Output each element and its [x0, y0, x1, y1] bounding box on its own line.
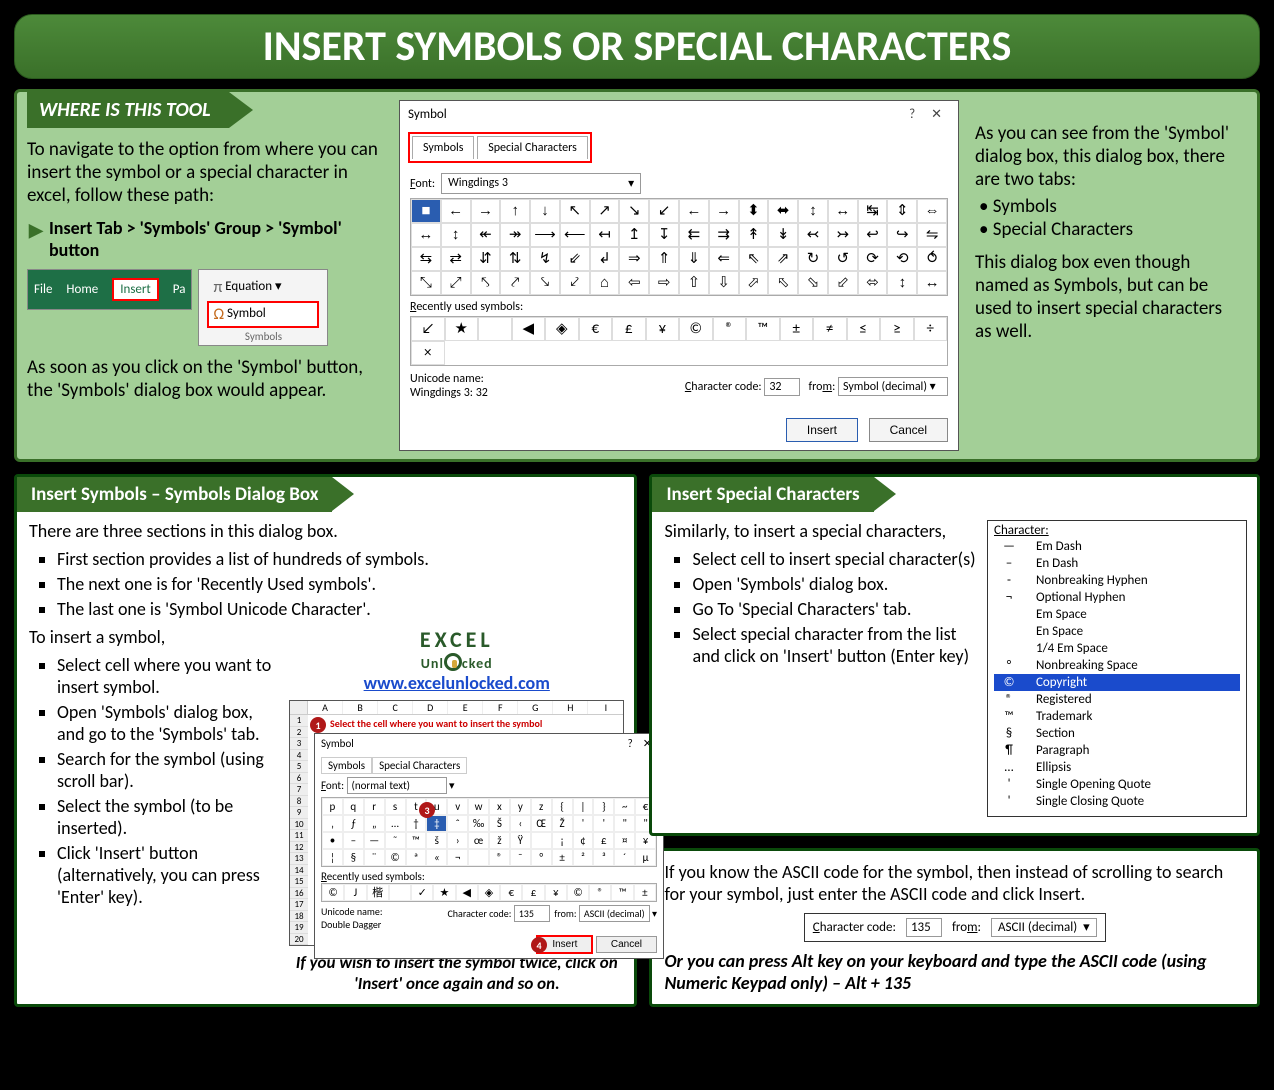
dialog-tabs-highlight: Symbols Special Characters	[408, 132, 592, 163]
badge-4: 4	[531, 937, 547, 953]
from-select[interactable]: Symbol (decimal) ▾	[838, 377, 948, 396]
equation-button[interactable]: π Equation ▾	[207, 274, 319, 301]
bullets-3: Select cell to insert special character(…	[692, 548, 977, 667]
section-heading-where: WHERE IS THIS TOOL	[27, 92, 229, 128]
tab-home[interactable]: Home	[66, 282, 98, 297]
page-title: INSERT SYMBOLS OR SPECIAL CHARACTERS	[14, 14, 1260, 79]
close-icon[interactable]: ✕	[923, 107, 950, 122]
chevron-down-icon: ▾	[628, 176, 634, 191]
dialog-title: Symbol	[408, 107, 447, 122]
ascii-p1: If you know the ASCII code for the symbo…	[664, 861, 1245, 905]
ascii-panel: If you know the ASCII code for the symbo…	[649, 848, 1260, 1007]
logo: EXCEL Unlcked	[289, 626, 624, 672]
red-instruction: Select the cell where you want to insert…	[308, 715, 623, 732]
right-after: This dialog box even though named as Sym…	[975, 251, 1231, 343]
code-input[interactable]: 32	[764, 378, 800, 396]
right-intro: As you can see from the 'Symbol' dialog …	[975, 122, 1231, 191]
where-is-tool-section: WHERE IS THIS TOOL To navigate to the op…	[14, 89, 1260, 462]
character-list[interactable]: Character: —Em Dash–En Dash-Nonbreaking …	[987, 520, 1247, 817]
mini-cancel-button[interactable]: Cancel	[596, 936, 657, 953]
mini-recent: ©Ј楷✓★◀◈€£¥©®™±	[321, 883, 657, 902]
insert-button[interactable]: Insert	[786, 418, 858, 442]
ascii-code-input[interactable]: 135	[906, 918, 942, 937]
group-label: Symbols	[207, 330, 319, 343]
sp-p1: Similarly, to insert a special character…	[664, 520, 977, 542]
p1: There are three sections in this dialog …	[29, 520, 624, 542]
font-label: Font:	[410, 177, 435, 191]
symbol-grid[interactable]: ■←→↑↓↖↗↘↙←→⬍⬌↕↔↹⇕⇔↔↕↞↠⟶⟵↤↥↧⇇⇉↟↡↢↣↩↪⇋⇆⇄⇵⇅…	[410, 198, 948, 296]
recent-label: Recently used symbols:	[410, 300, 948, 314]
bullets-2: Select cell where you want to insert sym…	[57, 654, 279, 908]
bullets-1: First section provides a list of hundred…	[57, 548, 624, 620]
intro-text: To navigate to the option from where you…	[27, 138, 381, 207]
excel-ribbon-tabs: File Home Insert Pa	[27, 269, 192, 310]
code-label: Character code:	[685, 380, 762, 394]
tab-file[interactable]: File	[34, 282, 52, 297]
tab-special-chars[interactable]: Special Characters	[477, 136, 588, 159]
font-select[interactable]: Wingdings 3▾	[441, 173, 641, 194]
nav-path: Insert Tab > 'Symbols' Group > 'Symbol' …	[49, 217, 381, 261]
tab-insert[interactable]: Insert	[112, 278, 159, 301]
unicode-label: Unicode name:	[410, 372, 488, 386]
unicode-value: Wingdings 3: 32	[410, 386, 488, 400]
ascii-code-box: Character code: 135 from: ASCII (decimal…	[804, 913, 1106, 942]
ascii-from-select[interactable]: ASCII (decimal)▾	[991, 918, 1097, 937]
insert-special-panel: Insert Special Characters Similarly, to …	[649, 474, 1260, 836]
recent-symbols[interactable]: ↙★◀◈€£¥©®™±≠≤≥÷×	[410, 316, 948, 366]
bullet-symbols: Symbols	[993, 195, 1057, 218]
tab-pa[interactable]: Pa	[173, 282, 186, 297]
cancel-button[interactable]: Cancel	[869, 418, 948, 442]
ascii-p2: Or you can press Alt key on your keyboar…	[664, 950, 1245, 994]
p2: To insert a symbol,	[29, 626, 279, 648]
website-link[interactable]: www.excelunlocked.com	[289, 672, 624, 694]
tab-symbols[interactable]: Symbols	[412, 136, 474, 159]
mini-grid[interactable]: pqrstuvwxyz{|}~€‚ƒ„…†‡ˆ‰Š‹ŒŽ''""•–—˜™š›œ…	[321, 797, 657, 867]
char-list-header: Character:	[994, 523, 1240, 538]
section-heading-symbols: Insert Symbols – Symbols Dialog Box	[17, 477, 332, 512]
insert-symbols-panel: Insert Symbols – Symbols Dialog Box Ther…	[14, 474, 637, 1007]
mini-symbol-dialog: Symbol?✕ SymbolsSpecial Characters Font:…	[314, 733, 664, 959]
symbol-dialog: Symbol ?✕ Symbols Special Characters Fon…	[399, 100, 959, 451]
after-text: As soon as you click on the 'Symbol' but…	[27, 356, 381, 402]
symbols-group: π Equation ▾ Ω Symbol Symbols	[198, 269, 328, 346]
bullet-special: Special Characters	[993, 218, 1133, 241]
symbol-button[interactable]: Ω Symbol	[207, 301, 319, 328]
help-icon[interactable]: ?	[901, 107, 923, 122]
badge-1: 1	[310, 717, 326, 733]
section-heading-special: Insert Special Characters	[652, 477, 873, 512]
from-label: from:	[808, 380, 835, 394]
